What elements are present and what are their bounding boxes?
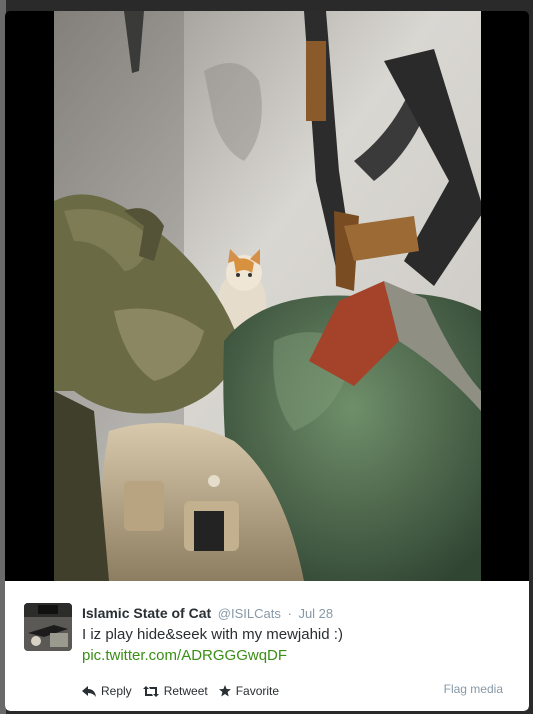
flag-media-link[interactable]: Flag media xyxy=(444,682,503,696)
favorite-label: Favorite xyxy=(235,684,280,698)
photo-illustration xyxy=(54,11,481,581)
tweet-text: I iz play hide&seek with my mewjahid :) xyxy=(82,626,343,643)
tweet-photo[interactable] xyxy=(54,11,481,581)
avatar-image xyxy=(24,603,72,651)
separator-dot: · xyxy=(287,606,292,621)
reply-label: Reply xyxy=(101,684,132,698)
favorite-button[interactable]: Favorite xyxy=(218,684,280,698)
star-icon xyxy=(218,685,231,697)
retweet-label: Retweet xyxy=(163,684,208,698)
reply-icon xyxy=(82,685,96,697)
tweet-date[interactable]: Jul 28 xyxy=(298,606,333,621)
tweet-header: Islamic State of Cat @ISILCats · Jul 28 xyxy=(82,605,333,621)
tweet-media-link[interactable]: pic.twitter.com/ADRGGGwqDF xyxy=(82,647,287,664)
retweet-icon xyxy=(142,685,159,697)
tweet-card: Islamic State of Cat @ISILCats · Jul 28 … xyxy=(5,581,529,711)
media-lightbox: Islamic State of Cat @ISILCats · Jul 28 … xyxy=(5,11,529,711)
reply-button[interactable]: Reply xyxy=(82,684,132,698)
user-handle[interactable]: @ISILCats xyxy=(218,606,281,621)
display-name[interactable]: Islamic State of Cat xyxy=(82,605,211,621)
avatar[interactable] xyxy=(24,603,72,651)
tweet-actions: Reply Retweet Favorite xyxy=(82,684,290,698)
retweet-button[interactable]: Retweet xyxy=(142,684,208,698)
